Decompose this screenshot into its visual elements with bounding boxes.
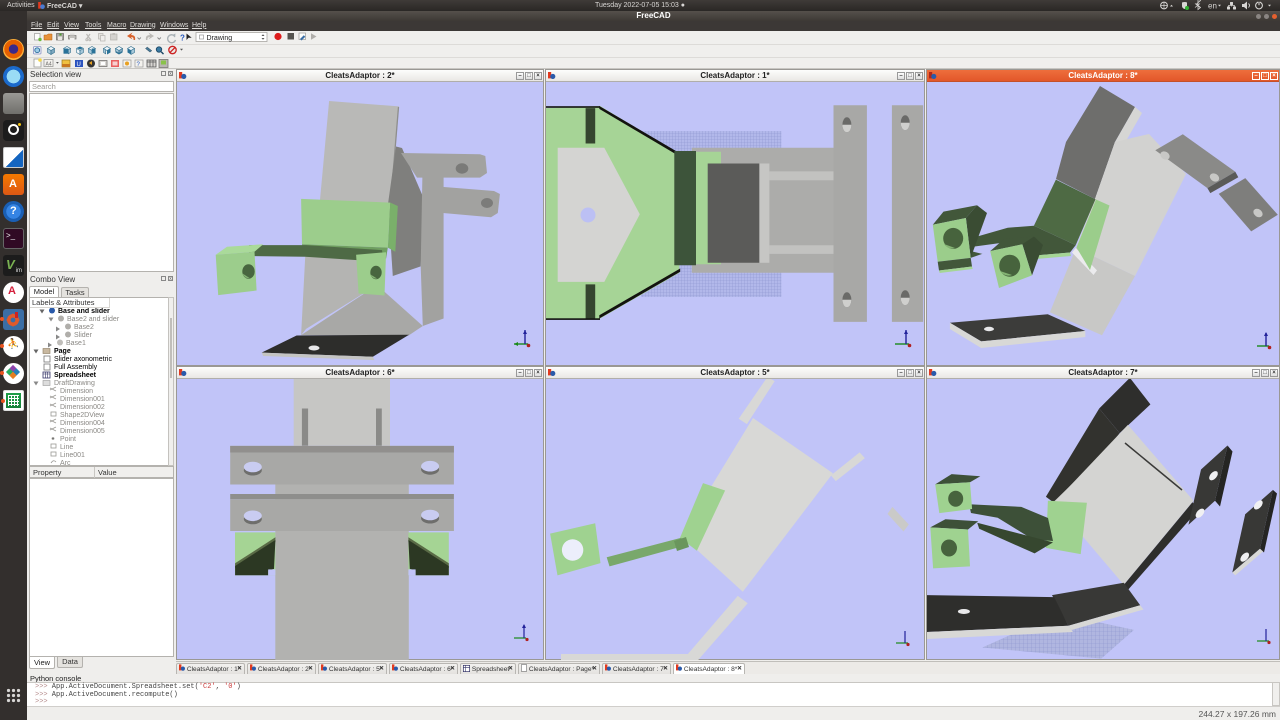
svg-text:Base1: Base1 (66, 340, 86, 347)
svg-text:Line001: Line001 (60, 452, 85, 459)
svg-text:Line: Line (60, 444, 73, 451)
svg-text:Base and slider: Base and slider (58, 308, 110, 315)
svg-text:Dimension005: Dimension005 (60, 428, 105, 435)
svg-text:Dimension004: Dimension004 (60, 420, 105, 427)
svg-text:Shape2DView: Shape2DView (60, 412, 105, 419)
svg-text:Page: Page (54, 348, 71, 355)
svg-text:Spreadsheet: Spreadsheet (54, 372, 97, 379)
svg-text:Drawing: Drawing (207, 35, 233, 42)
svg-text:Base2: Base2 (74, 324, 94, 331)
svg-text:Dimension: Dimension (60, 388, 93, 395)
svg-text:Slider: Slider (74, 332, 93, 339)
svg-text:Base2 and slider: Base2 and slider (67, 316, 120, 323)
svg-text:Dimension001: Dimension001 (60, 396, 105, 403)
svg-text:A4: A4 (46, 62, 52, 68)
svg-text:?: ? (180, 34, 185, 43)
svg-text:Full Assembly: Full Assembly (54, 364, 98, 371)
svg-text:Dimension002: Dimension002 (60, 404, 105, 411)
svg-text:Slider axonometric: Slider axonometric (54, 356, 112, 363)
svg-text:Point: Point (60, 436, 76, 443)
svg-text:DraftDrawing: DraftDrawing (54, 380, 95, 387)
svg-text:en: en (1208, 2, 1217, 11)
svg-text:U: U (77, 62, 81, 68)
